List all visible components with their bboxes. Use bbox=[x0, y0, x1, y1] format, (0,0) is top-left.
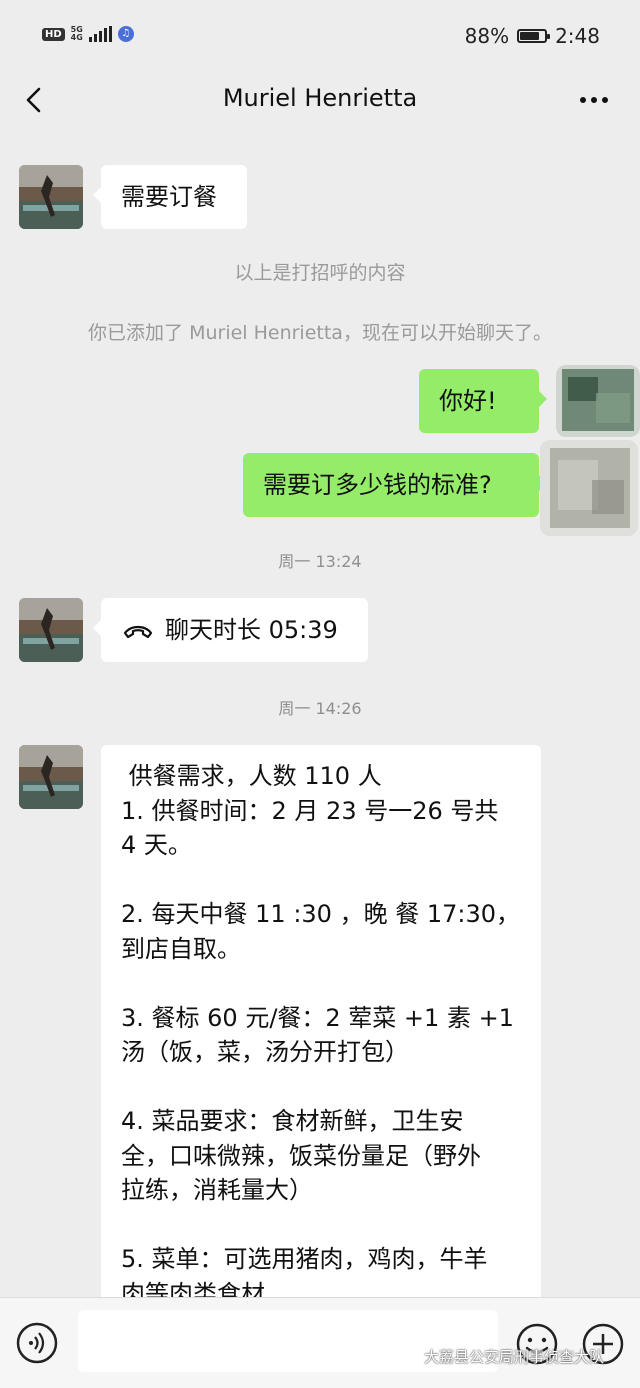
network-bottom-label: 4G bbox=[70, 33, 83, 42]
system-note: 以上是打招呼的内容 bbox=[234, 262, 406, 284]
message-text: 需要订餐 bbox=[121, 183, 217, 211]
status-bar: HD 5G 4G ♫ 88% 2:48 bbox=[0, 0, 640, 70]
my-avatar-blurred[interactable] bbox=[556, 365, 640, 437]
signal-icon bbox=[88, 26, 112, 42]
order-line: 3. 餐标 60 元/餐：2 荤菜 +1 素 +1 bbox=[121, 1003, 514, 1032]
wechat-logo-icon bbox=[398, 1348, 420, 1365]
timestamp: 周一 13:24 bbox=[278, 552, 362, 571]
outgoing-message[interactable]: 需要订多少钱的标准? bbox=[243, 453, 547, 517]
watermark: 大荔县公安局刑事侦查大队 bbox=[398, 1346, 604, 1367]
my-avatar-blurred[interactable] bbox=[540, 440, 638, 536]
status-left: HD 5G 4G ♫ bbox=[42, 26, 134, 42]
contact-avatar[interactable] bbox=[19, 165, 83, 229]
order-line: 5. 菜单：可选用猪肉，鸡肉，牛羊 bbox=[121, 1245, 488, 1273]
phone-call-icon bbox=[123, 625, 153, 639]
order-blank-line bbox=[121, 966, 521, 1001]
network-type: 5G 4G bbox=[71, 26, 83, 42]
order-line: 汤（饭，菜，汤分开打包） bbox=[121, 1038, 409, 1066]
chat-header: Muriel Henrietta bbox=[0, 70, 640, 130]
watermark-text: 大荔县公安局刑事侦查大队 bbox=[424, 1348, 605, 1366]
order-blank-line bbox=[121, 863, 521, 898]
order-text: 供餐需求，人数 110 人 1. 供餐时间：2 月 23 号一26 号共 4 天。 2… bbox=[121, 759, 521, 1311]
call-record-message[interactable]: 聊天时长 05:39 bbox=[93, 598, 368, 662]
order-line: 2. 每天中餐 11 :30 ，晚 餐 17:30， bbox=[121, 900, 520, 928]
chat-title: Muriel Henrietta bbox=[222, 84, 418, 112]
system-note: 你已添加了 Muriel Henrietta，现在可以开始聊天了。 bbox=[88, 322, 552, 344]
order-line: 到店自取。 bbox=[121, 934, 241, 963]
call-duration-text: 聊天时长 05:39 bbox=[165, 616, 338, 644]
status-right: 88% 2:48 bbox=[465, 24, 600, 48]
voice-icon[interactable] bbox=[16, 1322, 58, 1364]
order-line: 4. 菜品要求：食材新鲜，卫生安 bbox=[121, 1107, 464, 1135]
timestamp: 周一 14:26 bbox=[278, 699, 362, 718]
clock: 2:48 bbox=[555, 24, 600, 48]
outgoing-message[interactable]: 你好! bbox=[419, 369, 547, 433]
input-bar: 大荔县公安局刑事侦查大队 bbox=[0, 1297, 640, 1388]
music-app-icon: ♫ bbox=[117, 26, 134, 42]
incoming-message[interactable]: 需要订餐 bbox=[93, 165, 247, 229]
order-blank-line bbox=[121, 1208, 521, 1243]
order-line: 供餐需求，人数 110 人 bbox=[121, 762, 382, 790]
message-text: 你好! bbox=[439, 387, 497, 415]
order-line: 全，口味微辣，饭菜份量足（野外 bbox=[121, 1141, 481, 1170]
order-line: 1. 供餐时间：2 月 23 号一26 号共 bbox=[121, 796, 499, 825]
contact-avatar[interactable] bbox=[19, 598, 83, 662]
battery-icon bbox=[517, 29, 551, 43]
order-line: 拉练，消耗量大） bbox=[121, 1176, 313, 1204]
order-request-message[interactable]: 供餐需求，人数 110 人 1. 供餐时间：2 月 23 号一26 号共 4 天。 2… bbox=[101, 745, 541, 1385]
hd-badge: HD bbox=[42, 27, 65, 41]
contact-avatar[interactable] bbox=[19, 745, 83, 809]
message-text: 需要订多少钱的标准? bbox=[263, 471, 492, 499]
order-blank-line bbox=[121, 1070, 521, 1105]
battery-percent: 88% bbox=[464, 24, 510, 48]
order-line: 4 天。 bbox=[121, 831, 192, 859]
more-dots-icon[interactable] bbox=[578, 88, 610, 112]
